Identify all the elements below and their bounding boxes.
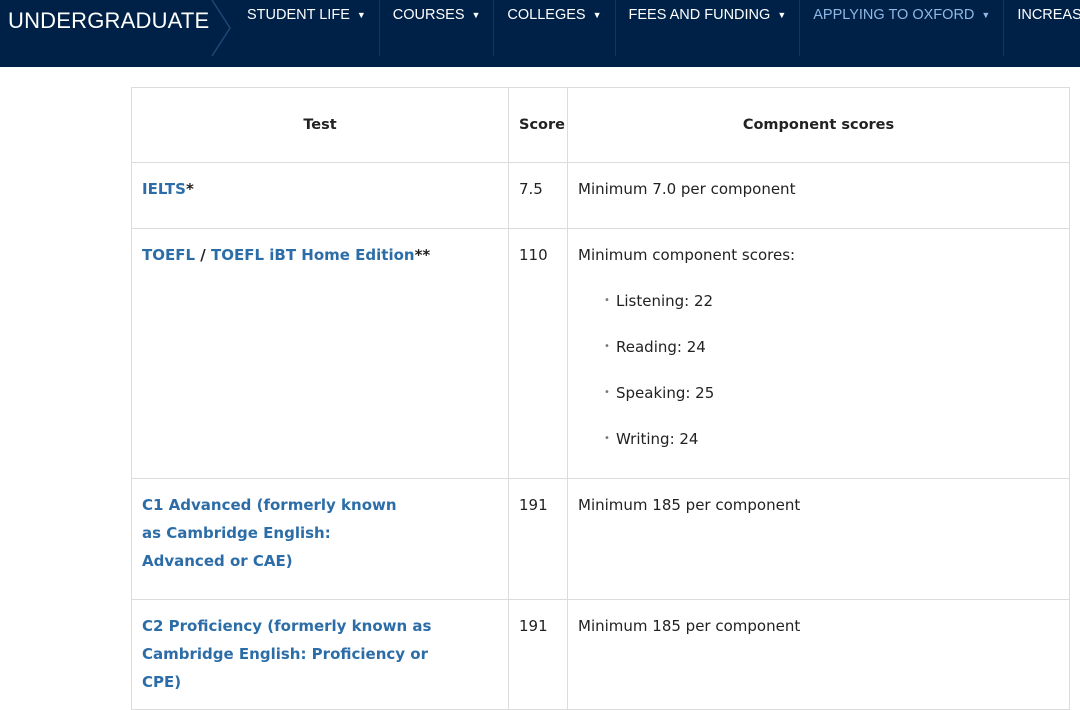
list-item: Reading: 24	[578, 333, 1059, 361]
nav-label: STUDENT LIFE	[247, 7, 350, 23]
component-list: Listening: 22 Reading: 24 Speaking: 25 W…	[578, 287, 1059, 453]
table-row: IELTS* 7.5 Minimum 7.0 per component	[131, 162, 1070, 229]
table-row: C1 Advanced (formerly known as Cambridge…	[131, 478, 1070, 600]
test-cell: C2 Proficiency (formerly known as Cambri…	[131, 599, 509, 710]
nav-label: COLLEGES	[507, 7, 586, 23]
list-item-text: Listening: 22	[616, 292, 714, 310]
english-test-requirements-table: Test Score Component scores IELTS* 7.5 M…	[131, 87, 1070, 710]
top-navigation-bar: UNDERGRADUATE STUDENT LIFE ▼ COURSES ▼ COL…	[0, 0, 1080, 67]
test-cell: C1 Advanced (formerly known as Cambridge…	[131, 478, 509, 600]
component-cell: Minimum 7.0 per component	[567, 162, 1070, 229]
list-item-text: Reading: 24	[616, 338, 706, 356]
nav-label: INCREASING	[1017, 7, 1080, 23]
ielts-link[interactable]: IELTS	[142, 180, 186, 198]
score-cell: 7.5	[508, 162, 568, 229]
list-item-text: Speaking: 25	[616, 384, 715, 402]
c2-proficiency-link[interactable]: C2 Proficiency (formerly known as Cambri…	[142, 617, 431, 691]
c1-advanced-link[interactable]: C1 Advanced (formerly known as Cambridge…	[142, 496, 397, 570]
nav-item-fees-and-funding[interactable]: FEES AND FUNDING ▼	[616, 0, 801, 56]
column-header-test: Test	[131, 87, 509, 163]
component-cell: Minimum 185 per component	[567, 478, 1070, 600]
main-nav: STUDENT LIFE ▼ COURSES ▼ COLLEGES ▼ FEES AN…	[234, 0, 1080, 56]
caret-down-icon: ▼	[356, 10, 366, 20]
score-cell: 110	[508, 228, 568, 479]
toefl-link[interactable]: TOEFL	[142, 246, 195, 264]
footnote-mark: **	[414, 246, 431, 264]
column-header-component-scores: Component scores	[567, 87, 1070, 163]
table-row: C2 Proficiency (formerly known as Cambri…	[131, 599, 1070, 710]
toefl-home-edition-link[interactable]: TOEFL iBT Home Edition	[211, 246, 415, 264]
nav-item-student-life[interactable]: STUDENT LIFE ▼	[234, 0, 380, 56]
nav-item-courses[interactable]: COURSES ▼	[380, 0, 495, 56]
list-item: Listening: 22	[578, 287, 1059, 315]
list-item: Speaking: 25	[578, 379, 1059, 407]
component-cell: Minimum 185 per component	[567, 599, 1070, 710]
test-cell: IELTS*	[131, 162, 509, 229]
breadcrumb-chevron-icon	[211, 0, 231, 56]
list-item-text: Writing: 24	[616, 430, 699, 448]
list-item: Writing: 24	[578, 425, 1059, 453]
caret-down-icon: ▼	[777, 10, 787, 20]
caret-down-icon: ▼	[471, 10, 481, 20]
column-header-score: Score	[508, 87, 568, 163]
nav-label: FEES AND FUNDING	[628, 7, 771, 23]
separator: /	[195, 246, 211, 264]
caret-down-icon: ▼	[981, 10, 991, 20]
nav-item-applying-to-oxford[interactable]: APPLYING TO OXFORD ▼	[800, 0, 1005, 56]
nav-label: APPLYING TO OXFORD	[813, 7, 975, 23]
component-cell: Minimum component scores: Listening: 22 …	[567, 228, 1070, 479]
score-cell: 191	[508, 599, 568, 710]
table-row: TOEFL / TOEFL iBT Home Edition** 110 Min…	[131, 228, 1070, 479]
site-section-title[interactable]: UNDERGRADUATE	[8, 8, 209, 34]
component-intro: Minimum component scores:	[578, 246, 796, 264]
nav-item-increasing[interactable]: INCREASING	[1004, 0, 1080, 56]
table-header-row: Test Score Component scores	[131, 87, 1070, 163]
nav-item-colleges[interactable]: COLLEGES ▼	[494, 0, 616, 56]
score-cell: 191	[508, 478, 568, 600]
caret-down-icon: ▼	[592, 10, 602, 20]
nav-label: COURSES	[392, 7, 465, 23]
test-cell: TOEFL / TOEFL iBT Home Edition**	[131, 228, 509, 479]
footnote-mark: *	[185, 180, 194, 198]
